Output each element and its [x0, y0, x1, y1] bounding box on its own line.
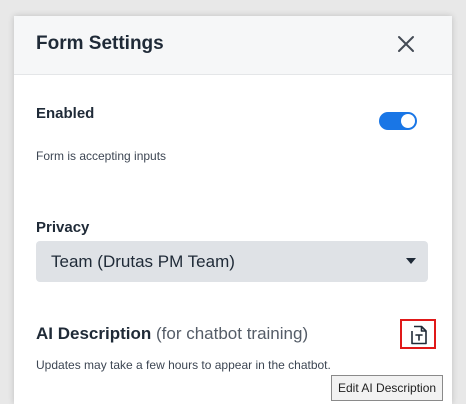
dialog-title: Form Settings [36, 33, 164, 54]
enabled-label: Enabled [36, 105, 95, 122]
edit-document-icon [411, 325, 427, 345]
dialog-header: Form Settings [14, 16, 452, 75]
form-settings-dialog: Form Settings Enabled Form is accepting … [14, 16, 452, 404]
edit-ai-description-button[interactable] [400, 319, 436, 349]
close-button[interactable] [394, 32, 418, 56]
ai-description-heading: AI Description (for chatbot training) [36, 324, 308, 344]
ai-description-note: (for chatbot training) [155, 324, 309, 343]
enabled-description: Form is accepting inputs [36, 149, 167, 163]
ai-description-help: Updates may take a few hours to appear i… [36, 358, 331, 372]
toggle-knob [401, 114, 415, 128]
privacy-select-value: Team (Drutas PM Team) [51, 252, 235, 271]
privacy-select[interactable]: Team (Drutas PM Team) [36, 241, 428, 282]
enabled-toggle[interactable] [379, 112, 417, 130]
privacy-label: Privacy [36, 219, 90, 236]
caret-down-icon [406, 258, 416, 264]
edit-ai-description-tooltip: Edit AI Description [331, 375, 444, 401]
ai-description-label: AI Description [36, 324, 152, 343]
close-icon [398, 36, 414, 52]
